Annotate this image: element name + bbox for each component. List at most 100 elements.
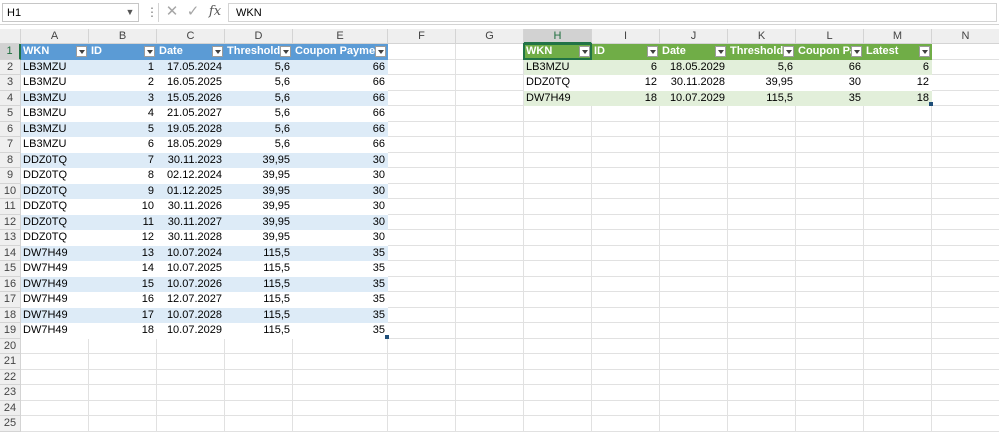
cell-l18[interactable] [796,307,864,323]
column-header-k[interactable]: K [728,29,796,44]
cell-n9[interactable] [932,168,999,184]
table1-cell[interactable]: LB3MZU [21,59,89,75]
table2-cell[interactable]: LB3MZU [524,59,592,75]
table1-cell[interactable]: 39,95 [225,214,293,230]
cell-i24[interactable] [592,400,660,416]
cell-n16[interactable] [932,277,999,292]
cell-f12[interactable] [388,214,456,230]
row-header-9[interactable]: 9 [0,168,21,184]
table1-cell[interactable]: 39,95 [225,230,293,246]
cell-h10[interactable] [524,183,592,199]
table1-cell[interactable]: DW7H49 [21,307,89,323]
column-header-m[interactable]: M [864,29,932,44]
table1-cell[interactable]: 39,95 [225,168,293,184]
cell-g14[interactable] [456,245,524,261]
cell-g10[interactable] [456,183,524,199]
filter-dropdown-icon[interactable] [715,46,726,57]
cell-g25[interactable] [456,416,524,432]
column-header-d[interactable]: D [225,29,293,44]
cell-g9[interactable] [456,168,524,184]
table1-cell[interactable]: LB3MZU [21,75,89,91]
table1-cell[interactable]: DW7H49 [21,292,89,308]
cell-j11[interactable] [660,199,728,215]
cell-i10[interactable] [592,183,660,199]
cell-i13[interactable] [592,230,660,246]
cell-k25[interactable] [728,416,796,432]
cell-a21[interactable] [21,354,89,370]
table1-cell[interactable]: 30 [293,183,388,199]
cell-k23[interactable] [728,385,796,401]
table1-cell[interactable]: 30 [293,214,388,230]
cell-m9[interactable] [864,168,932,184]
cell-m15[interactable] [864,261,932,277]
cell-j9[interactable] [660,168,728,184]
cell-d25[interactable] [225,416,293,432]
cell-n24[interactable] [932,401,999,416]
cell-m10[interactable] [864,183,932,199]
cell-g16[interactable] [456,276,524,292]
cell-l20[interactable] [796,338,864,354]
row-header-17[interactable]: 17 [0,292,21,308]
cell-e22[interactable] [293,369,388,385]
table1-header-cell[interactable]: Date [157,44,225,60]
cell-f21[interactable] [388,354,456,370]
column-header-e[interactable]: E [293,29,388,44]
cell-l8[interactable] [796,152,864,168]
cell-h21[interactable] [524,354,592,370]
formula-input[interactable]: WKN [228,3,997,22]
table2-cell[interactable]: 6 [592,59,660,75]
table1-cell[interactable]: 115,5 [225,292,293,308]
table1-cell[interactable]: 3 [89,90,157,106]
cell-m12[interactable] [864,214,932,230]
column-header-l[interactable]: L [796,29,864,44]
cell-m11[interactable] [864,199,932,215]
table2-cell[interactable]: 10.07.2029 [660,90,728,106]
table1-header-cell[interactable]: Coupon Payment [293,44,388,60]
cell-k12[interactable] [728,214,796,230]
table1-cell[interactable]: 15 [89,276,157,292]
table2-cell[interactable]: 35 [796,90,864,106]
table1-cell[interactable]: 21.05.2027 [157,106,225,122]
cell-m16[interactable] [864,276,932,292]
cell-j17[interactable] [660,292,728,308]
cell-h24[interactable] [524,400,592,416]
table1-cell[interactable]: 14 [89,261,157,277]
cell-e20[interactable] [293,338,388,354]
cell-c22[interactable] [157,369,225,385]
cell-i22[interactable] [592,369,660,385]
more-options-icon[interactable]: ⋮ [146,5,158,19]
table1-cell[interactable]: 30.11.2027 [157,214,225,230]
cell-i18[interactable] [592,307,660,323]
cell-f13[interactable] [388,230,456,246]
table1-cell[interactable]: 30 [293,199,388,215]
column-header-f[interactable]: F [388,29,456,44]
cell-g8[interactable] [456,152,524,168]
table1-cell[interactable]: 5,6 [225,75,293,91]
filter-dropdown-icon[interactable] [76,46,87,57]
cell-h16[interactable] [524,276,592,292]
table1-cell[interactable]: DDZ0TQ [21,152,89,168]
cell-b25[interactable] [89,416,157,432]
column-header-h[interactable]: H [524,29,592,44]
cell-j13[interactable] [660,230,728,246]
cell-j7[interactable] [660,137,728,153]
cell-h18[interactable] [524,307,592,323]
cell-f5[interactable] [388,106,456,122]
cell-f2[interactable] [388,59,456,75]
cell-i12[interactable] [592,214,660,230]
cell-l9[interactable] [796,168,864,184]
row-header-12[interactable]: 12 [0,214,21,230]
cell-b23[interactable] [89,385,157,401]
filter-dropdown-icon[interactable] [919,46,930,57]
select-all-corner[interactable] [0,29,21,44]
cell-e21[interactable] [293,354,388,370]
cell-i9[interactable] [592,168,660,184]
column-header-g[interactable]: G [456,29,524,44]
table1-cell[interactable]: 115,5 [225,245,293,261]
cell-l15[interactable] [796,261,864,277]
table1-cell[interactable]: DW7H49 [21,261,89,277]
check-icon[interactable]: ✓ [185,3,201,21]
cell-i23[interactable] [592,385,660,401]
cell-h22[interactable] [524,369,592,385]
cell-k16[interactable] [728,276,796,292]
